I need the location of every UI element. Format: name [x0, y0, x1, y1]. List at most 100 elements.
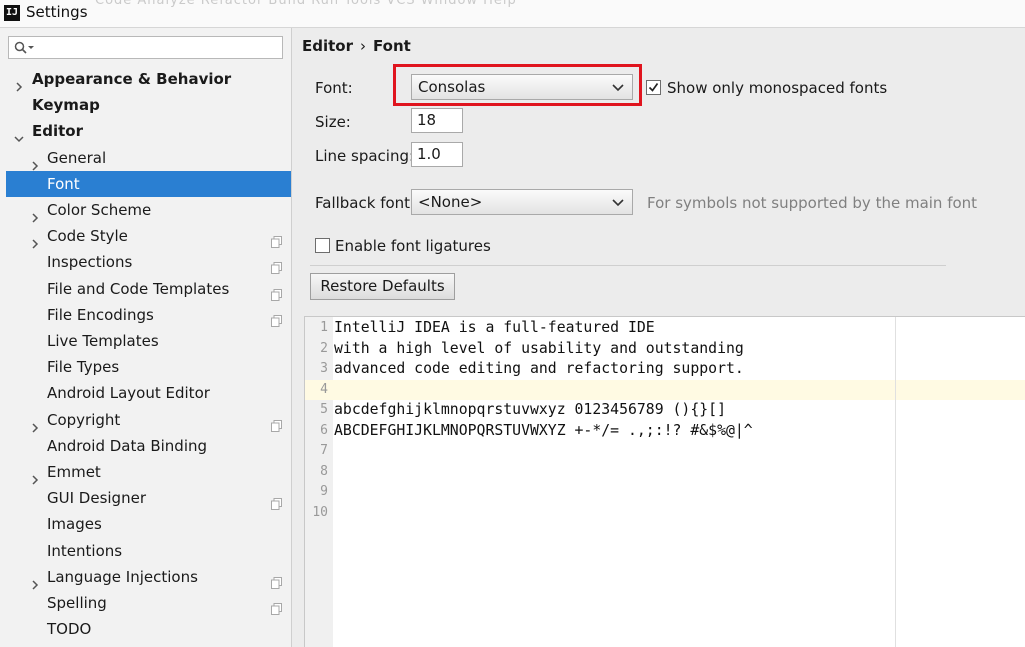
title-bar: Code Analyze Refactor Build Run Tools VC…: [0, 0, 1025, 28]
settings-search-input[interactable]: [39, 38, 281, 59]
fallback-font-hint: For symbols not supported by the main fo…: [647, 194, 978, 212]
monospaced-checkbox[interactable]: [646, 80, 661, 95]
annotation-highlight-box: [393, 64, 642, 106]
preview-code-text: abcdefghijklmnopqrstuvwxyz 0123456789 ()…: [334, 401, 726, 418]
sidebar-item-label: Inspections: [47, 253, 133, 272]
sidebar-item-label: GUI Designer: [47, 489, 146, 508]
project-settings-icon: [271, 571, 282, 589]
ligatures-label[interactable]: Enable font ligatures: [335, 237, 491, 255]
sidebar-item-language-injections[interactable]: Language Injections: [6, 564, 291, 590]
sidebar-item-color-scheme[interactable]: Color Scheme: [6, 197, 291, 223]
font-label: Font:: [315, 79, 353, 97]
fallback-font-value: <None>: [418, 193, 483, 211]
size-field[interactable]: 18: [411, 108, 463, 133]
sidebar-item-label: Live Templates: [47, 332, 159, 350]
sidebar-item-label: Spelling: [47, 594, 107, 612]
project-settings-icon: [271, 492, 282, 511]
line-number: 5: [320, 402, 328, 417]
sidebar-item-label: Keymap: [32, 96, 100, 115]
sidebar-item-copyright[interactable]: Copyright: [6, 407, 291, 433]
sidebar-item-todo[interactable]: TODO: [6, 616, 291, 642]
sidebar-item-label: Android Layout Editor: [47, 384, 210, 403]
preview-code-text: with a high level of usability and outst…: [334, 339, 744, 357]
sidebar-item-label: File and Code Templates: [47, 279, 230, 298]
size-label: Size:: [315, 113, 351, 131]
fallback-font-label: Fallback font:: [315, 194, 416, 212]
chevron-right-icon[interactable]: [30, 572, 40, 590]
settings-search-box[interactable]: [8, 36, 283, 59]
sidebar-item-emmet[interactable]: Emmet: [6, 459, 291, 485]
preview-line: 1 IntelliJ IDEA is a full-featured IDE: [305, 318, 1025, 339]
line-spacing-field[interactable]: 1.0: [411, 142, 463, 167]
sidebar-item-editor[interactable]: Editor: [6, 118, 291, 144]
line-number: 8: [320, 463, 328, 479]
font-preview-editor[interactable]: 1 IntelliJ IDEA is a full-featured IDE 2 wi…: [304, 316, 1025, 647]
line-number: 4: [320, 381, 328, 397]
monospaced-label[interactable]: Show only monospaced fonts: [667, 79, 887, 97]
sidebar-item-android-layout-editor[interactable]: Android Layout Editor: [6, 380, 291, 406]
sidebar-item-file-and-code-templates[interactable]: File and Code Templates: [6, 276, 291, 302]
line-spacing-label: Line spacing:: [315, 147, 415, 165]
sidebar-item-label: Code Style: [47, 227, 128, 246]
preview-line: 5 abcdefghijklmnopqrstuvwxyz 0123456789 (…: [305, 400, 1025, 421]
search-icon: [14, 41, 34, 54]
sidebar-item-inspections[interactable]: Inspections: [6, 249, 291, 275]
sidebar-item-label: File Encodings: [47, 305, 154, 324]
line-number: 10: [312, 504, 328, 520]
sidebar-item-font[interactable]: Font: [6, 170, 291, 197]
project-settings-icon: [271, 597, 282, 615]
sidebar-item-general[interactable]: General: [6, 145, 291, 171]
sidebar-item-spelling[interactable]: Spelling: [6, 590, 291, 616]
sidebar-item-label: Editor: [32, 122, 83, 141]
window-title: Settings: [26, 3, 88, 21]
sidebar-item-label: Emmet: [47, 463, 101, 481]
sidebar-item-label: General: [47, 148, 107, 167]
sidebar-item-gui-designer[interactable]: GUI Designer: [6, 485, 291, 511]
preview-line: 10: [305, 503, 1025, 524]
sidebar-item-live-templates[interactable]: Live Templates: [6, 328, 291, 354]
preview-line: 6 ABCDEFGHIJKLMNOPQRSTUVWXYZ +-*/= .,;:!?…: [305, 421, 1025, 442]
breadcrumb-separator: ›: [360, 37, 366, 55]
sidebar-item-file-types[interactable]: File Types: [6, 354, 291, 380]
preview-line: 2 with a high level of usability and outs…: [305, 339, 1025, 360]
sidebar-item-file-encodings[interactable]: File Encodings: [6, 302, 291, 328]
preview-line: 3 advanced code editing and refactoring s…: [305, 359, 1025, 380]
preview-code-text: advanced code editing and refactoring su…: [334, 360, 744, 377]
sidebar-item-code-style[interactable]: Code Style: [6, 223, 291, 249]
preview-line: 9: [305, 482, 1025, 503]
sidebar-item-images[interactable]: Images: [6, 511, 291, 537]
sidebar-item-label: Language Injections: [47, 567, 198, 586]
chevron-right-icon[interactable]: [30, 205, 40, 223]
sidebar-item-android-data-binding[interactable]: Android Data Binding: [6, 433, 291, 459]
chevron-right-icon[interactable]: [30, 467, 40, 485]
ligatures-checkbox[interactable]: [315, 238, 330, 253]
sidebar-item-appearance-behavior[interactable]: Appearance & Behavior: [6, 66, 291, 92]
preview-line: 4: [305, 379, 1025, 400]
fallback-font-dropdown[interactable]: <None>: [411, 189, 633, 215]
sidebar-item-intentions[interactable]: Intentions: [6, 538, 291, 564]
chevron-right-icon[interactable]: [30, 231, 40, 249]
project-settings-icon: [271, 414, 282, 432]
project-settings-icon: [271, 309, 282, 327]
breadcrumb-editor[interactable]: Editor: [302, 37, 353, 55]
chevron-right-icon[interactable]: [30, 415, 40, 433]
settings-sidebar: Appearance & Behavior Keymap Editor General…: [0, 28, 292, 647]
project-settings-icon: [271, 230, 282, 249]
project-settings-icon: [271, 256, 282, 275]
breadcrumb: Editor › Font: [302, 37, 411, 55]
settings-window: Code Analyze Refactor Build Run Tools VC…: [0, 0, 1025, 647]
chevron-right-icon[interactable]: [14, 74, 24, 92]
sidebar-item-label: File Types: [47, 358, 120, 377]
line-number: 3: [320, 361, 328, 376]
font-settings-panel: Editor › Font Font: Consolas Show only mon…: [292, 28, 1025, 647]
sidebar-item-label: Copyright: [47, 410, 121, 429]
chevron-down-icon[interactable]: [14, 126, 24, 143]
sidebar-item-label: Intentions: [47, 541, 123, 560]
sidebar-item-label: Font: [47, 174, 80, 193]
chevron-right-icon[interactable]: [30, 153, 40, 171]
restore-defaults-button[interactable]: Restore Defaults: [310, 273, 455, 300]
sidebar-item-label: TODO: [47, 620, 92, 639]
preview-code-text: ABCDEFGHIJKLMNOPQRSTUVWXYZ +-*/= .,;:!? …: [334, 421, 753, 439]
sidebar-item-keymap[interactable]: Keymap: [6, 92, 291, 118]
sidebar-item-label: Images: [47, 515, 102, 534]
